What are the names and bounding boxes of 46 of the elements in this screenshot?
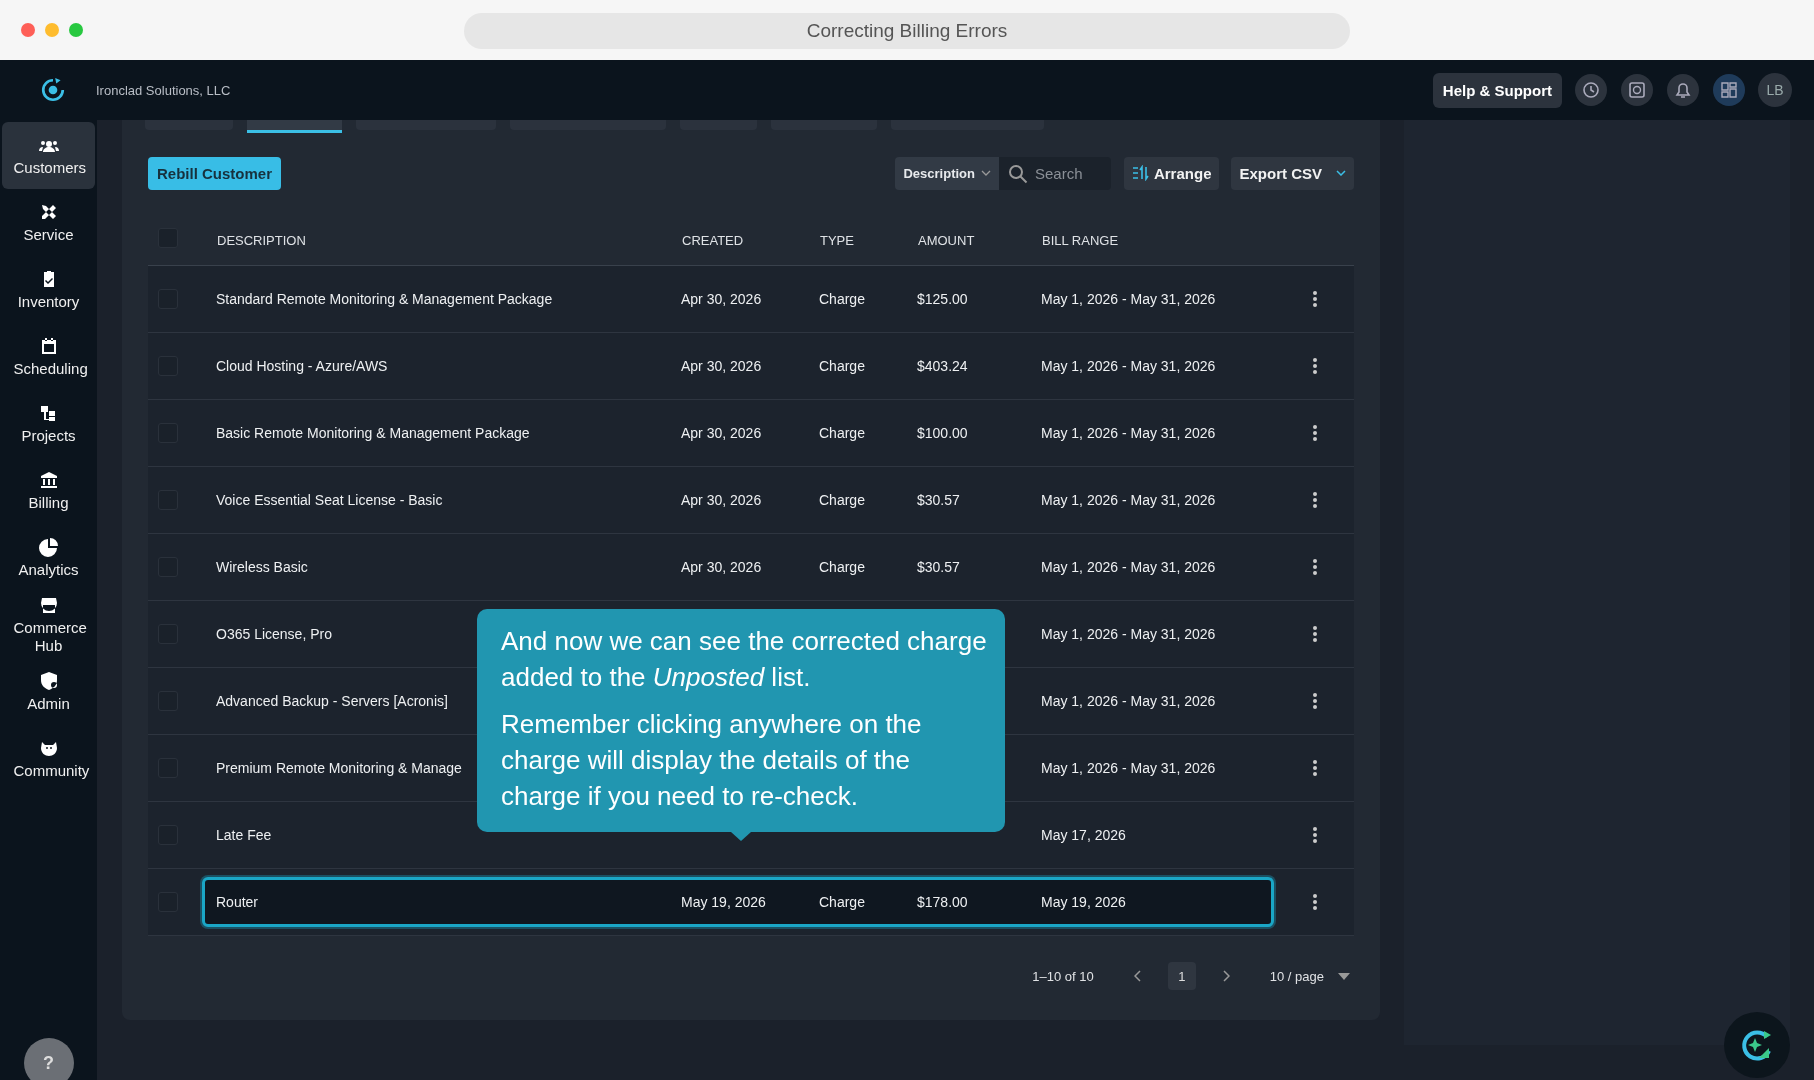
table-cell: May 19, 2026 — [681, 894, 766, 910]
table-cell: Premium Remote Monitoring & Manage — [216, 760, 462, 776]
table-cell: May 19, 2026 — [1041, 894, 1126, 910]
company-name: Ironclad Solutions, LLC — [96, 82, 231, 98]
column-header: CREATED — [682, 233, 745, 248]
table-cell: Router — [216, 894, 259, 910]
table-cell: Apr 30, 2026 — [681, 425, 762, 441]
table-cell: May 1, 2026 - May 31, 2026 — [1041, 760, 1216, 776]
table-cell: Advanced Backup - Servers [Acronis] — [216, 693, 448, 709]
column-header: TYPE — [820, 233, 855, 248]
table-cell: Charge — [819, 425, 865, 441]
table-cell: Late Fee — [216, 827, 272, 843]
table-cell: Basic Remote Monitoring & Management Package — [216, 425, 530, 441]
table-cell: Charge — [819, 291, 865, 307]
table-cell: May 1, 2026 - May 31, 2026 — [1041, 425, 1216, 441]
table-cell: $403.24 — [917, 358, 968, 374]
table-cell: May 1, 2026 - May 31, 2026 — [1041, 291, 1216, 307]
table-cell: Apr 30, 2026 — [681, 492, 762, 508]
table-cell: Charge — [819, 559, 865, 575]
column-header: BILL RANGE — [1042, 233, 1119, 248]
column-header: AMOUNT — [918, 233, 976, 248]
table-cell: Charge — [819, 492, 865, 508]
table-cell: $178.00 — [917, 894, 968, 910]
table-cell: Cloud Hosting - Azure/AWS — [216, 358, 388, 374]
pagination-range: 1–10 of 10 — [1032, 968, 1094, 984]
table-cell: $30.57 — [917, 492, 960, 508]
table-cell: $125.00 — [917, 291, 968, 307]
table-cell: May 1, 2026 - May 31, 2026 — [1041, 358, 1216, 374]
table-cell: Charge — [819, 358, 865, 374]
column-header: DESCRIPTION — [217, 233, 307, 248]
table-cell: May 1, 2026 - May 31, 2026 — [1041, 693, 1216, 709]
table-cell: May 1, 2026 - May 31, 2026 — [1041, 626, 1216, 642]
table-cell: Voice Essential Seat License - Basic — [216, 492, 443, 508]
table-cell: Charge — [819, 894, 865, 910]
table-cell: $30.57 — [917, 559, 960, 575]
table-cell: May 1, 2026 - May 31, 2026 — [1041, 559, 1216, 575]
table-cell: May 1, 2026 - May 31, 2026 — [1041, 492, 1216, 508]
table-cell: May 17, 2026 — [1041, 827, 1126, 843]
table-cell: Apr 30, 2026 — [681, 559, 762, 575]
table-cell: O365 License, Pro — [216, 626, 332, 642]
table-cell: Apr 30, 2026 — [681, 291, 762, 307]
window-title: Correcting Billing Errors — [464, 13, 1350, 49]
table-cell: $100.00 — [917, 425, 968, 441]
table-cell: Standard Remote Monitoring & Management Package — [216, 291, 553, 307]
table-cell: Wireless Basic — [216, 559, 308, 575]
table-cell: Apr 30, 2026 — [681, 358, 762, 374]
